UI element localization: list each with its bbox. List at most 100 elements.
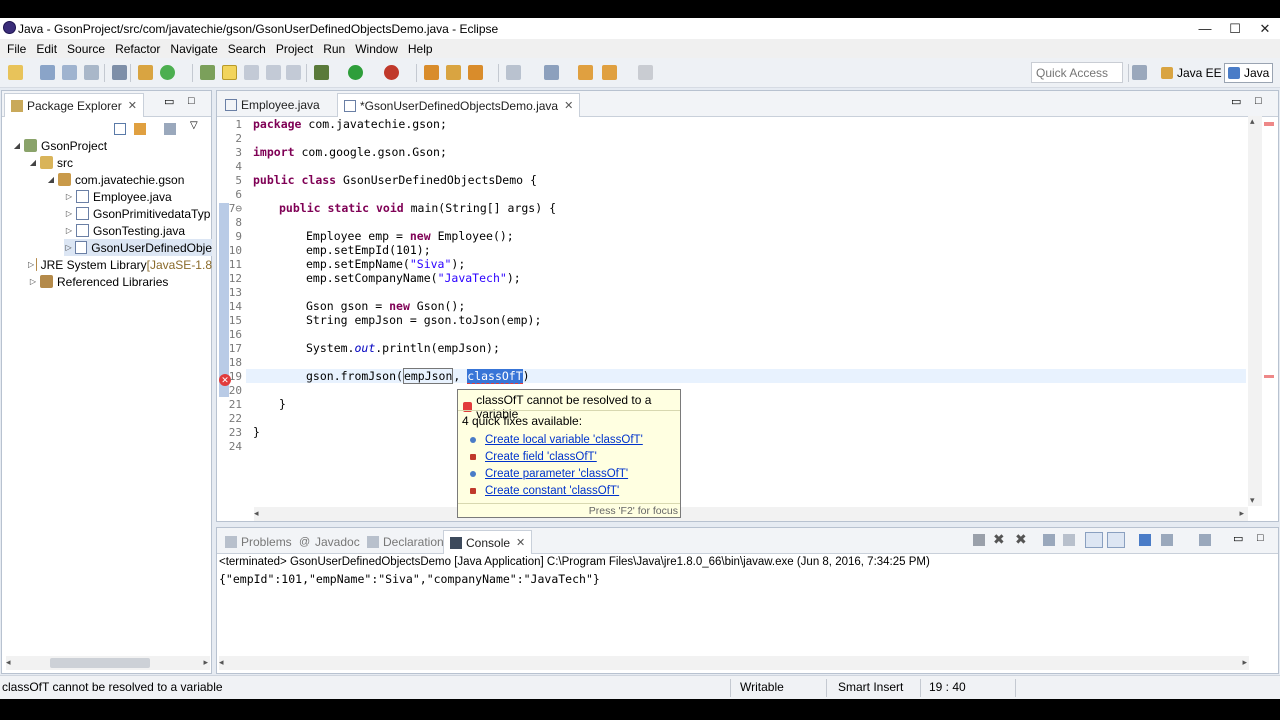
tree-item-gsonprimitive[interactable]: ▷ GsonPrimitivedataTyp [64,205,210,222]
toggle-mark-icon[interactable] [244,65,259,80]
show-on-stderr-icon[interactable] [1107,532,1125,548]
maximize-view-icon[interactable]: □ [1257,532,1264,544]
status-insert-mode[interactable]: Smart Insert [838,680,903,694]
highlight-icon[interactable] [222,65,237,80]
tree-item-employee-java[interactable]: ▷ Employee.java [64,188,172,205]
minimize-view-icon[interactable]: ▭ [1233,532,1243,545]
quick-access-input[interactable] [1031,62,1123,83]
maximize-button[interactable]: ☐ [1220,18,1250,39]
open-type-icon[interactable] [424,65,439,80]
tree-item-package[interactable]: ◢ com.javatechie.gson [46,171,184,188]
save-all-icon[interactable] [62,65,77,80]
open-task-icon[interactable] [446,65,461,80]
collapsed-arrow-icon[interactable]: ▷ [28,260,34,269]
save-icon[interactable] [40,65,55,80]
debug-icon[interactable] [314,65,329,80]
scroll-lock-icon[interactable] [1063,534,1075,546]
quick-fix-create-parameter[interactable]: Create parameter 'classOfT' [470,468,628,480]
block-selection-icon[interactable] [266,65,281,80]
perspective-java[interactable]: Java [1224,63,1274,83]
build-icon[interactable] [138,65,153,80]
tab-javadoc[interactable]: @ Javadoc [293,530,366,554]
close-tab-icon[interactable]: ✕ [516,536,525,549]
menu-run[interactable]: Run [318,42,350,56]
menu-window[interactable]: Window [350,42,403,56]
display-console-icon[interactable] [1161,534,1173,546]
collapse-all-icon[interactable] [114,123,126,135]
remove-launch-icon[interactable]: ✖ [993,531,1005,548]
expanded-arrow-icon[interactable]: ◢ [46,175,56,184]
search-tool-icon[interactable] [468,65,483,80]
tree-item-jre-library[interactable]: ▷ JRE System Library [JavaSE-1.8 [28,256,212,273]
perspective-java-ee[interactable]: Java EE [1158,63,1225,83]
menu-search[interactable]: Search [223,42,271,56]
skip-breakpoints-icon[interactable] [112,65,127,80]
minimize-view-icon[interactable]: ▭ [164,95,174,108]
explorer-horizontal-scrollbar[interactable]: ◂ ▸ [6,656,210,670]
maximize-editor-icon[interactable]: □ [1255,95,1262,107]
new-java-project-icon[interactable] [200,65,215,80]
tree-item-gsonuserdefined[interactable]: ▷ GsonUserDefinedObje [64,239,212,256]
forward-icon[interactable] [638,65,653,80]
collapsed-arrow-icon[interactable]: ▷ [64,243,73,252]
back-history-icon[interactable] [602,65,617,80]
scrollbar-thumb[interactable] [50,658,150,668]
menu-edit[interactable]: Edit [31,42,62,56]
open-console-icon[interactable] [1199,534,1211,546]
link-editor-icon[interactable] [134,123,146,135]
tree-item-gsonproject[interactable]: ◢ GsonProject [12,137,107,154]
expanded-arrow-icon[interactable]: ◢ [28,158,38,167]
next-annotation-icon[interactable] [506,65,521,80]
menu-file[interactable]: File [2,42,31,56]
collapsed-arrow-icon[interactable]: ▷ [28,277,38,286]
collapsed-arrow-icon[interactable]: ▷ [64,192,74,201]
pin-console-icon[interactable] [1139,534,1151,546]
minimize-button[interactable]: — [1190,18,1220,39]
menu-help[interactable]: Help [403,42,438,56]
collapsed-arrow-icon[interactable]: ▷ [64,209,74,218]
expanded-arrow-icon[interactable]: ◢ [12,141,22,150]
console-horizontal-scrollbar[interactable]: ◂ ▸ [219,656,1249,670]
close-tab-icon[interactable]: ✕ [564,99,573,112]
refresh-icon[interactable] [160,65,175,80]
clear-console-icon[interactable] [1043,534,1055,546]
chevron-down-icon[interactable]: ▽ [190,120,198,131]
editor-vertical-scrollbar[interactable]: ▴ ▾ [1248,116,1262,506]
coverage-icon[interactable] [384,65,399,80]
tree-item-gsontesting[interactable]: ▷ GsonTesting.java [64,222,185,239]
tab-gsonuserdefinedobjectsdemo[interactable]: *GsonUserDefinedObjectsDemo.java ✕ [337,93,581,117]
maximize-view-icon[interactable]: □ [188,95,195,107]
tab-declaration[interactable]: Declaration [361,530,450,554]
menu-project[interactable]: Project [271,42,318,56]
tab-problems[interactable]: Problems [219,530,298,554]
prev-annotation-icon[interactable] [544,65,559,80]
menu-refactor[interactable]: Refactor [110,42,165,56]
run-icon[interactable] [348,65,363,80]
collapsed-arrow-icon[interactable]: ▷ [64,226,74,235]
quick-fix-create-field[interactable]: Create field 'classOfT' [470,451,597,463]
minimize-editor-icon[interactable]: ▭ [1231,95,1241,108]
close-button[interactable]: ✕ [1250,18,1280,39]
menu-navigate[interactable]: Navigate [165,42,222,56]
new-icon[interactable] [8,65,23,80]
view-menu-icon[interactable] [164,123,176,135]
tab-console[interactable]: Console ✕ [443,530,533,554]
quick-fix-create-constant[interactable]: Create constant 'classOfT' [470,485,619,497]
remove-all-icon[interactable]: ✖ [1015,531,1027,548]
editor-horizontal-scrollbar[interactable]: ◂ ▸ [254,507,1248,521]
tab-employee-java[interactable]: Employee.java [219,93,326,117]
back-icon[interactable] [578,65,593,80]
quick-fix-create-local-variable[interactable]: Create local variable 'classOfT' [470,434,643,446]
tree-item-src[interactable]: ◢ src [28,154,73,171]
open-perspective-icon[interactable] [1132,65,1147,80]
show-on-stdout-icon[interactable] [1085,532,1103,548]
tab-package-explorer[interactable]: Package Explorer ✕ [4,93,144,117]
menu-source[interactable]: Source [62,42,110,56]
tree-item-referenced-libraries[interactable]: ▷ Referenced Libraries [28,273,168,290]
close-tab-icon[interactable]: ✕ [128,99,137,112]
show-whitespace-icon[interactable] [286,65,301,80]
error-overview-marker[interactable] [1264,122,1274,126]
error-overview-marker[interactable] [1264,375,1274,378]
print-icon[interactable] [84,65,99,80]
terminate-icon[interactable] [973,534,985,546]
